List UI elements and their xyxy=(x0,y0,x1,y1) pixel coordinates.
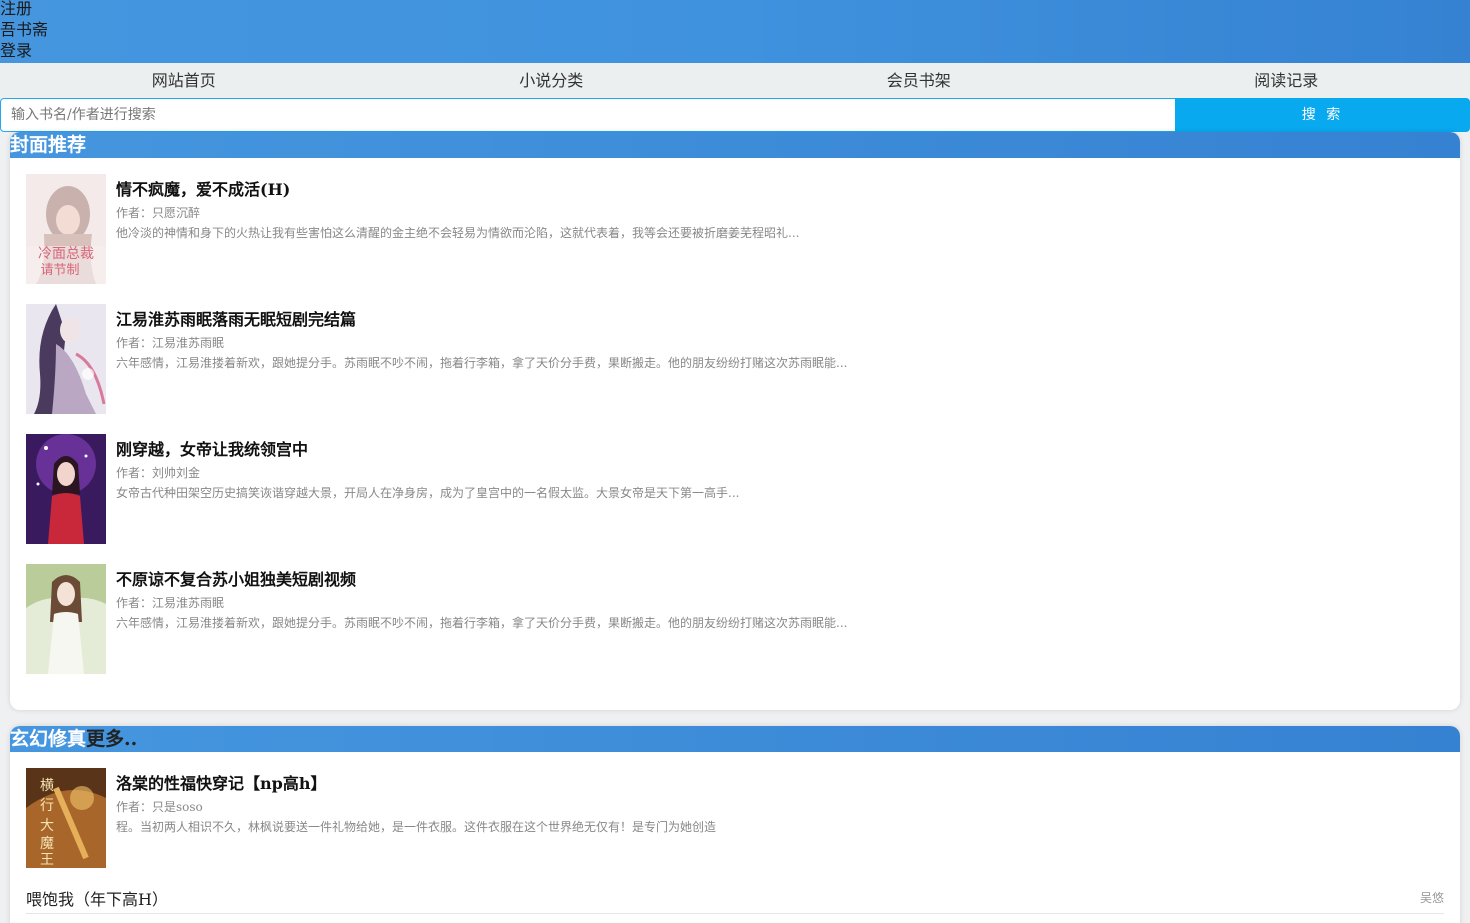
more-link[interactable]: 更多.. xyxy=(86,728,137,750)
search-input[interactable] xyxy=(0,98,1176,132)
book-author: 作者：江易淮苏雨眠 xyxy=(116,596,225,610)
book-description: 程。当初两人相识不久，林枫说要送一件礼物给她，是一件衣服。这件衣服在这个世界绝无… xyxy=(116,820,717,834)
book-title[interactable]: 江易淮苏雨眠落雨无眠短剧完结篇 xyxy=(116,306,356,330)
book-description: 六年感情，江易淮搂着新欢，跟她提分手。苏雨眠不吵不闹，拖着行李箱，拿了天价分手费… xyxy=(116,616,848,630)
svg-text:王: 王 xyxy=(40,852,54,868)
book-cover[interactable] xyxy=(26,564,106,674)
site-header: 注册 吾书斋 登录 xyxy=(0,0,1470,63)
section-title-text: 玄幻修真 xyxy=(10,728,87,750)
section-title: 玄幻修真更多.. xyxy=(10,726,1460,752)
book-item[interactable]: 刚穿越，女帝让我统领宫中 作者：刘帅刘金 女帝古代种田架空历史搞笑诙谐穿越大景，… xyxy=(26,434,1446,544)
book-description: 六年感情，江易淮搂着新欢，跟她提分手。苏雨眠不吵不闹，拖着行李箱，拿了天价分手费… xyxy=(116,356,848,370)
svg-text:请节制: 请节制 xyxy=(40,263,79,278)
section-title: 封面推荐 xyxy=(10,132,1460,158)
login-link[interactable]: 登录 xyxy=(0,40,32,61)
nav-bookshelf[interactable]: 会员书架 xyxy=(735,63,1103,98)
book-description: 女帝古代种田架空历史搞笑诙谐穿越大景，开局人在净身房，成为了皇宫中的一名假太监。… xyxy=(116,486,740,500)
book-title[interactable]: 不原谅不复合苏小姐独美短剧视频 xyxy=(116,566,356,590)
list-item[interactable]: 喂饱我（年下高H） 吴悠 xyxy=(26,884,1444,914)
nav-home[interactable]: 网站首页 xyxy=(0,63,368,98)
book-item[interactable]: 不原谅不复合苏小姐独美短剧视频 作者：江易淮苏雨眠 六年感情，江易淮搂着新欢，跟… xyxy=(26,564,1446,674)
book-author: 作者：只愿沉醉 xyxy=(116,206,201,220)
svg-text:魔: 魔 xyxy=(40,836,54,852)
svg-text:横: 横 xyxy=(40,778,54,794)
book-title[interactable]: 洛棠的性福快穿记【np高h】 xyxy=(116,770,326,794)
book-cover[interactable] xyxy=(26,434,106,544)
search-button[interactable]: 搜 索 xyxy=(1175,98,1470,132)
book-author: 作者：江易淮苏雨眠 xyxy=(116,336,225,350)
book-cover[interactable]: 横 行 大 魔 王 xyxy=(26,768,106,868)
book-author: 作者：只是soso xyxy=(116,800,203,814)
cover-recommend-section: 封面推荐 冷面总裁 请节制 情不疯魔，爱不成活(H) 作者：只愿沉醉 他冷淡的神… xyxy=(10,132,1460,710)
book-title[interactable]: 刚穿越，女帝让我统领宫中 xyxy=(116,436,308,460)
book-cover[interactable]: 冷面总裁 请节制 xyxy=(26,174,106,284)
list-item-author: 吴悠 xyxy=(1419,891,1444,905)
book-item[interactable]: 横 行 大 魔 王 洛棠的性福快穿记【np高h】 作者：只是soso 程。当初两… xyxy=(26,768,1446,868)
xuanhuan-section: 玄幻修真更多.. 横 行 大 魔 王 洛棠的性福快穿记【np高h】 作者：只是s… xyxy=(10,726,1460,923)
svg-text:大: 大 xyxy=(40,818,54,834)
book-title[interactable]: 情不疯魔，爱不成活(H) xyxy=(116,176,290,200)
book-item[interactable]: 江易淮苏雨眠落雨无眠短剧完结篇 作者：江易淮苏雨眠 六年感情，江易淮搂着新欢，跟… xyxy=(26,304,1446,414)
book-item[interactable]: 冷面总裁 请节制 情不疯魔，爱不成活(H) 作者：只愿沉醉 他冷淡的神情和身下的… xyxy=(26,174,1446,284)
nav-categories[interactable]: 小说分类 xyxy=(368,63,736,98)
list-item-title[interactable]: 喂饱我（年下高H） xyxy=(26,886,168,910)
nav-reading-history[interactable]: 阅读记录 xyxy=(1103,63,1470,98)
svg-text:行: 行 xyxy=(40,798,54,814)
book-description: 他冷淡的神情和身下的火热让我有些害怕这么清醒的金主绝不会轻易为情欲而沦陷，这就代… xyxy=(116,226,800,240)
register-link[interactable]: 注册 xyxy=(0,0,32,19)
book-author: 作者：刘帅刘金 xyxy=(116,466,201,480)
site-name[interactable]: 吾书斋 xyxy=(0,19,48,40)
svg-text:冷面总裁: 冷面总裁 xyxy=(38,246,94,262)
main-nav: 网站首页 小说分类 会员书架 阅读记录 xyxy=(0,63,1470,98)
search-bar: 搜 索 xyxy=(0,98,1470,132)
book-cover[interactable] xyxy=(26,304,106,414)
